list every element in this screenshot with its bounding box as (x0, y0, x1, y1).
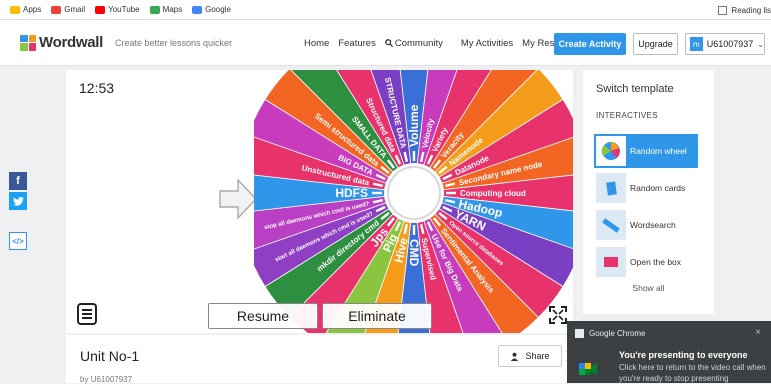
main-nav: Home Features Community My Activities My… (304, 20, 578, 66)
wheel-segment-label: Computing cloud (460, 189, 526, 198)
apps-grid-icon (10, 5, 20, 14)
bookmark-youtube[interactable]: YouTube (95, 5, 140, 14)
wheel-segment-marker (446, 191, 456, 195)
reading-list[interactable]: Reading lis (718, 0, 771, 20)
bookmark-maps[interactable]: Maps (149, 5, 182, 14)
wheel-segment-marker (412, 225, 416, 235)
wheel-hub[interactable] (387, 166, 441, 220)
wordwall-logo[interactable]: Wordwall (20, 34, 103, 51)
facebook-icon: f (16, 175, 20, 187)
sidebar-title: Switch template (596, 83, 674, 95)
nav-home[interactable]: Home (304, 38, 329, 49)
notification-header: Google Chrome (575, 329, 645, 338)
activity-info: Unit No-1 by U61007937 Share (66, 335, 576, 384)
template-wordsearch[interactable]: Wordsearch (594, 208, 698, 242)
embed-icon: </> (12, 236, 24, 246)
fullscreen-icon[interactable] (549, 306, 567, 324)
timer: 12:53 (79, 80, 115, 96)
maps-icon (149, 5, 160, 14)
activity-stage: 12:53 Volume Velocity Variety Veracity Namen… (66, 70, 573, 333)
wordsearch-thumbnail-icon (596, 210, 626, 240)
show-all-link[interactable]: Show all (583, 283, 714, 293)
open-the-box-thumbnail-icon (596, 247, 626, 277)
close-icon[interactable]: × (755, 327, 761, 338)
username: U61007937 (706, 39, 754, 49)
twitter-icon (12, 196, 24, 206)
wheel-segment-marker (372, 191, 382, 195)
site-header: Wordwall Create better lessons quicker H… (0, 20, 771, 66)
wheel-pointer-arrow-icon (219, 178, 257, 220)
chevron-down-icon: ⌄ (757, 39, 764, 49)
upgrade-button[interactable]: Upgrade (633, 33, 678, 55)
template-sidebar: Switch template INTERACTIVES Random whee… (583, 70, 714, 314)
create-activity-button[interactable]: Create Activity (554, 33, 626, 55)
menu-button[interactable] (77, 303, 97, 325)
wheel-segment-label: Volume (407, 104, 421, 147)
random-wheel[interactable]: VolumeVelocityVarietyVeracityNamenodeDat… (254, 70, 573, 333)
activity-title: Unit No-1 (80, 348, 140, 364)
wheel-segment-marker (412, 151, 416, 161)
notification-body: Click here to return to the video call w… (619, 363, 766, 383)
twitter-share-button[interactable] (9, 192, 27, 210)
share-button[interactable]: Share (498, 345, 562, 367)
template-open-the-box[interactable]: Open the box (594, 245, 698, 279)
eliminate-button[interactable]: Eliminate (322, 303, 432, 329)
template-random-wheel[interactable]: Random wheel (594, 134, 698, 168)
bookmark-apps[interactable]: Apps (10, 5, 41, 14)
facebook-share-button[interactable]: f (9, 172, 27, 190)
gmail-icon (51, 5, 62, 14)
bookmarks-bar: Apps Gmail YouTube Maps Google Reading l… (0, 0, 771, 20)
chrome-notification[interactable]: Google Chrome × You're presenting to eve… (567, 321, 771, 383)
wordwall-logo-icon (20, 34, 36, 51)
user-menu[interactable]: m U61007937 ⌄ (685, 33, 765, 55)
embed-button[interactable]: </> (9, 232, 27, 250)
random-wheel-thumbnail-icon (596, 136, 626, 166)
random-cards-thumbnail-icon (596, 173, 626, 203)
resume-button[interactable]: Resume (208, 303, 318, 329)
nav-features[interactable]: Features (338, 38, 376, 49)
avatar: m (690, 37, 703, 51)
bookmark-google[interactable]: Google (192, 5, 231, 14)
google-icon (192, 5, 203, 14)
notification-title: You're presenting to everyone (619, 350, 748, 360)
sidebar-category: INTERACTIVES (596, 111, 658, 120)
template-random-cards[interactable]: Random cards (594, 171, 698, 205)
search-icon (385, 39, 393, 47)
chrome-app-icon (575, 329, 584, 338)
person-icon (511, 352, 519, 361)
google-meet-icon (579, 363, 597, 375)
nav-my-activities[interactable]: My Activities (461, 38, 513, 49)
reading-list-icon (718, 5, 728, 15)
youtube-icon (95, 5, 106, 14)
nav-community[interactable]: Community (385, 38, 452, 49)
bookmark-gmail[interactable]: Gmail (51, 5, 85, 14)
tagline: Create better lessons quicker (115, 37, 233, 48)
wheel-segment-label: HDFS (335, 186, 368, 200)
